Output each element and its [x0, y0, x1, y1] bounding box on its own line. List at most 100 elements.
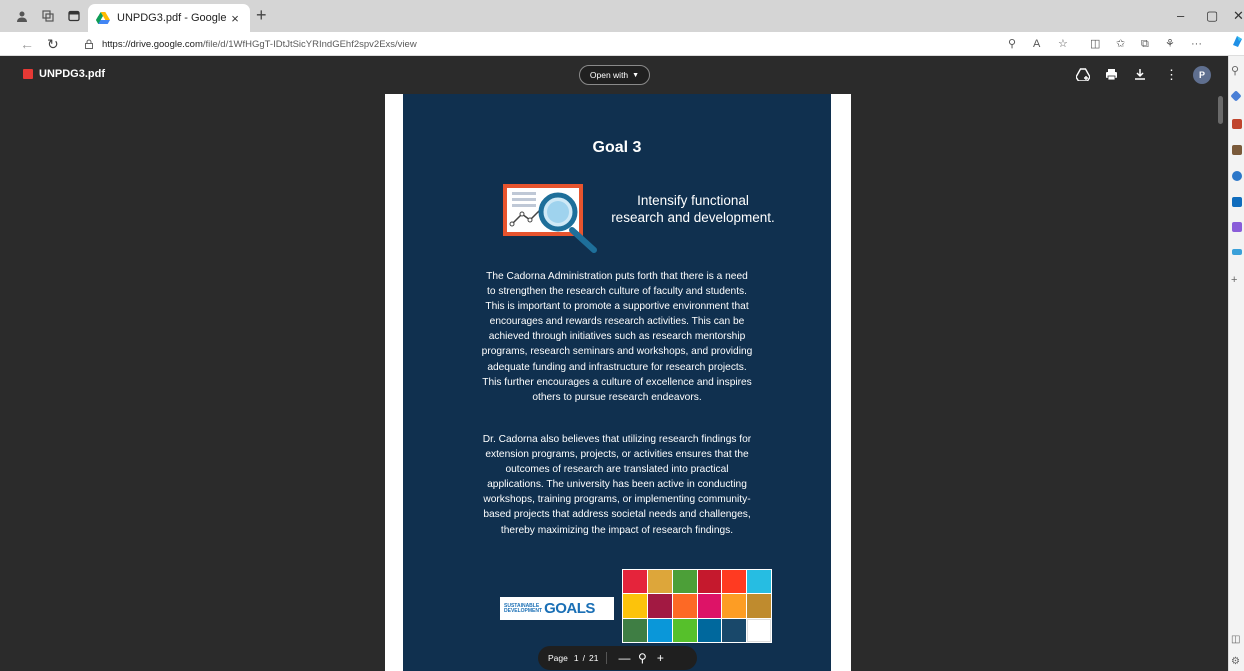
sdg-tile: [697, 570, 722, 594]
tab-unpdg3[interactable]: UNPDG3.pdf - Google Drive ×: [88, 4, 250, 32]
paragraph-line: encourages and rewards research activiti…: [489, 316, 745, 328]
tab-close-button[interactable]: ×: [228, 11, 242, 26]
more-actions-icon[interactable]: ⋮: [1165, 68, 1178, 81]
read-aloud-icon[interactable]: A: [1033, 37, 1040, 51]
pdf-file-icon: [23, 69, 33, 79]
file-name: UNPDG3.pdf: [39, 68, 105, 80]
add-shortcut-drive-icon[interactable]: [1075, 68, 1091, 83]
paragraph-2: Dr. Cadorna also believes that utilizing…: [403, 432, 831, 538]
goal-subtitle: Intensify functional research and develo…: [593, 192, 793, 226]
sdg-tile: [722, 594, 747, 618]
sdg-logo: SUSTAINABLE DEVELOPMENT GOALS: [500, 597, 614, 620]
sdg-small-line-2: DEVELOPMENT: [504, 607, 543, 614]
people-icon[interactable]: [1232, 145, 1242, 155]
goal-title: Goal 3: [592, 139, 642, 156]
paragraph-line: outcomes of research are translated into…: [505, 464, 729, 476]
favorites-icon[interactable]: ✩: [1116, 37, 1125, 51]
collections-icon[interactable]: ⧉: [1141, 37, 1149, 51]
paragraph-line: Dr. Cadorna also believes that utilizing…: [482, 434, 752, 445]
outlook-icon[interactable]: [1232, 197, 1242, 207]
paragraph-line: others to pursue research endeavors.: [532, 391, 702, 403]
drop-icon[interactable]: [1232, 249, 1242, 255]
search-icon[interactable]: ⚲: [1231, 66, 1239, 77]
sdg-tile: [647, 618, 672, 642]
tab-title: UNPDG3.pdf - Google Drive: [117, 12, 228, 24]
sdg-tile: [672, 618, 697, 642]
avatar[interactable]: P: [1193, 66, 1211, 84]
sdg-tile: [623, 594, 647, 618]
caret-down-icon: ▼: [632, 71, 640, 79]
paragraph-1: The Cadorna Administration puts forth th…: [403, 269, 831, 405]
address-field[interactable]: https://drive.google.com/file/d/1WfHGgT-…: [84, 35, 644, 53]
paragraph-line: adequate funding and infrastructure for …: [487, 361, 747, 373]
close-window-button[interactable]: ✕: [1233, 8, 1244, 24]
sdg-logo-small-text: SUSTAINABLE DEVELOPMENT: [504, 603, 544, 614]
designer-icon[interactable]: [1232, 222, 1242, 232]
sdg-tile: [647, 594, 672, 618]
sidebar-settings-icon[interactable]: ⚙: [1231, 656, 1240, 667]
sdg-tile: [722, 618, 747, 642]
back-arrow-icon[interactable]: ←: [20, 36, 34, 52]
office-icon[interactable]: [1232, 171, 1242, 181]
sdg-logo-goals-text: GOALS: [544, 600, 595, 617]
divider: [606, 652, 608, 664]
new-tab-button[interactable]: +: [256, 6, 267, 24]
download-icon[interactable]: [1134, 68, 1146, 83]
sdg-tile: [672, 594, 697, 618]
current-page-input[interactable]: 1: [574, 653, 579, 663]
sdg-tile: [722, 570, 747, 594]
edge-sidebar: ⚲ + ◫ ⚙: [1228, 56, 1244, 671]
pdf-page: Goal 3 Intensify functional research and…: [385, 94, 851, 671]
viewer-toolbar: UNPDG3.pdf Open with ▼ ⋮ P: [0, 56, 1228, 94]
sdg-tile: [623, 618, 647, 642]
sdg-tile: [747, 618, 771, 642]
add-sidebar-app-icon[interactable]: +: [1231, 275, 1237, 286]
lock-icon: [85, 39, 93, 49]
address-bar-row: ← ↻ https://drive.google.com/file/d/1WfH…: [0, 32, 1244, 56]
sdg-tile: [623, 570, 647, 594]
google-drive-icon: [96, 12, 110, 24]
minimize-button[interactable]: –: [1177, 8, 1184, 23]
shopping-icon[interactable]: [1232, 119, 1242, 129]
paragraph-line: The Cadorna Administration puts forth th…: [486, 271, 748, 282]
hide-sidebar-icon[interactable]: ◫: [1231, 634, 1240, 645]
page-separator: /: [582, 653, 585, 663]
sdg-tile: [697, 594, 722, 618]
sdg-tile: [697, 618, 722, 642]
sdg-icon-grid: [622, 569, 772, 643]
split-screen-icon[interactable]: ◫: [1090, 37, 1100, 51]
paragraph-line: programs, research seminars and workshop…: [481, 346, 753, 358]
extensions-icon[interactable]: ⚘: [1165, 37, 1175, 51]
url-host: https://drive.google.com: [102, 38, 203, 50]
more-menu-icon[interactable]: ···: [1191, 37, 1202, 51]
restore-button[interactable]: ▢: [1206, 8, 1218, 24]
paragraph-line: to strengthen the research culture of fa…: [487, 286, 747, 298]
open-with-button[interactable]: Open with ▼: [579, 65, 650, 85]
zoom-in-button[interactable]: +: [651, 651, 669, 665]
print-icon[interactable]: [1105, 68, 1118, 83]
sdg-tile: [672, 570, 697, 594]
zoom-out-button[interactable]: —: [615, 651, 633, 665]
browser-tabstrip: UNPDG3.pdf - Google Drive × + – ▢ ✕: [0, 0, 1244, 32]
url-text: https://drive.google.com/file/d/1WfHGgT-…: [102, 39, 417, 50]
subtitle-line-1: Intensify functional: [637, 193, 749, 208]
paragraph-line: This is important to promote a supportiv…: [485, 301, 749, 313]
zoom-icon[interactable]: ⚲: [1008, 37, 1016, 51]
page-navigation: Page 1 / 21 — ⚲ +: [538, 646, 697, 670]
tab-actions-icon[interactable]: [66, 8, 82, 24]
goal-poster: Goal 3 Intensify functional research and…: [403, 94, 831, 671]
vertical-scrollbar[interactable]: [1218, 96, 1223, 124]
page-label: Page: [548, 653, 568, 663]
open-with-label: Open with: [589, 70, 629, 80]
refresh-icon[interactable]: ↻: [47, 36, 59, 52]
url-path: /file/d/1WfHGgT-IDtJtSicYRIndGEhf2spv2Ex…: [202, 38, 417, 50]
workspaces-icon[interactable]: [40, 8, 56, 24]
copilot-icon[interactable]: [1231, 35, 1244, 52]
zoom-icon: ⚲: [638, 651, 647, 665]
sdg-tile: [747, 594, 771, 618]
copilot-sidebar-icon[interactable]: [1230, 90, 1242, 102]
paragraph-line: workshops, training programs, or impleme…: [483, 494, 751, 506]
favorite-star-icon[interactable]: ☆: [1058, 37, 1068, 51]
paragraph-line: based projects that address societal nee…: [483, 509, 751, 521]
profile-icon[interactable]: [14, 8, 30, 24]
